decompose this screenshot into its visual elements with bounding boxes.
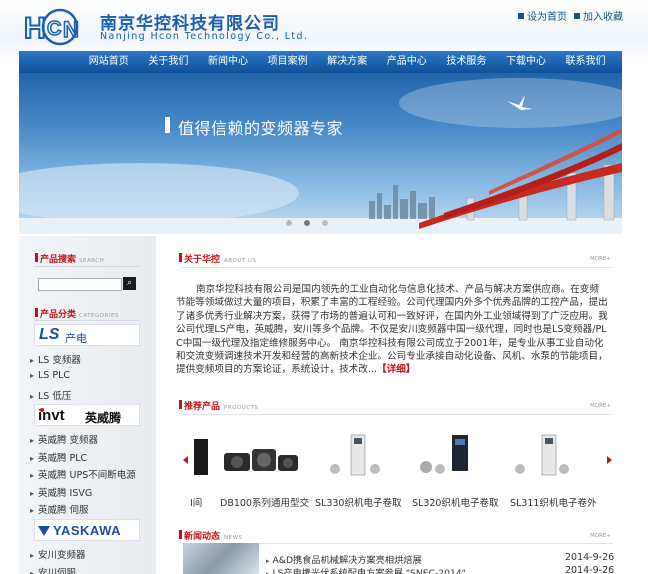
- product-image[interactable]: [418, 433, 478, 477]
- category-section-title: 产品分类 CATEGORIES: [34, 307, 119, 320]
- products-section-title: 推荐产品 PRODUCTS: [178, 399, 258, 412]
- product-name[interactable]: SL330织机电子卷取: [315, 495, 401, 509]
- news-section-title: 新闻动态 NEWS: [179, 529, 243, 542]
- product-name[interactable]: I间: [190, 495, 202, 509]
- category-item[interactable]: 英威腾 ISVG: [30, 485, 92, 499]
- about-text: 南京华控科技有限公司是国内领先的工业自动化与信息化技术、产品与解决方案供应商。在…: [176, 284, 608, 376]
- news-item-date: 2014-9-26: [565, 565, 615, 574]
- about-section-title: 关于华控 ABOUT US: [178, 252, 256, 265]
- nav-cases[interactable]: 项目案例: [258, 51, 318, 73]
- add-favorite-link[interactable]: 加入收藏: [574, 8, 623, 23]
- products-next-arrow[interactable]: [607, 456, 612, 464]
- product-image[interactable]: [222, 433, 300, 477]
- svg-text:C: C: [47, 18, 61, 40]
- news-image[interactable]: [183, 543, 259, 574]
- divider: [181, 414, 613, 415]
- brand-logo-invt[interactable]: invt 英威腾: [34, 404, 140, 426]
- nav-news[interactable]: 新闻中心: [198, 51, 258, 73]
- nav-services[interactable]: 技术服务: [437, 51, 497, 73]
- nav-downloads[interactable]: 下载中心: [496, 51, 556, 73]
- star-icon: [574, 13, 580, 19]
- category-item[interactable]: LS 变频器: [30, 352, 81, 366]
- divider: [34, 320, 140, 321]
- brand-invt-label: 英威腾: [85, 411, 122, 425]
- product-name[interactable]: SL311织机电子卷外: [510, 495, 596, 509]
- nav-home[interactable]: 网站首页: [79, 51, 139, 73]
- category-item[interactable]: 英威腾 伺服: [30, 502, 89, 516]
- search-button[interactable]: ⌕: [123, 277, 136, 290]
- category-item[interactable]: 英威腾 变频器: [30, 432, 98, 446]
- news-item-title[interactable]: LS产电携光伏系统配电方案参展 "SNEC-2014": [266, 565, 466, 574]
- about-more-link[interactable]: MORE+: [590, 256, 611, 262]
- category-item[interactable]: 英威腾 PLC: [30, 450, 87, 464]
- search-section-title: 产品搜索 SEARCH: [34, 252, 104, 265]
- brand-ls-label: 产电: [65, 332, 87, 345]
- divider: [181, 267, 613, 268]
- page: H C N 南京华控科技有限公司 Nanjing Hcon Technology…: [0, 0, 648, 574]
- products-more-link[interactable]: MORE+: [590, 403, 611, 409]
- banner-illustration: [19, 78, 622, 234]
- nav-products[interactable]: 产品中心: [377, 51, 437, 73]
- svg-text:N: N: [63, 17, 79, 42]
- category-item[interactable]: 安川伺服: [30, 565, 76, 574]
- product-image[interactable]: [512, 433, 572, 477]
- main-nav: 网站首页 关于我们 新闻中心 项目案例 解决方案 产品中心 技术服务 下载中心 …: [19, 51, 622, 73]
- banner-slogan: 值得信赖的变频器专家: [178, 119, 344, 138]
- nav-contact[interactable]: 联系我们: [556, 51, 616, 73]
- news-more-link[interactable]: MORE+: [590, 533, 611, 539]
- about-detail-link[interactable]: 【详细】: [377, 364, 415, 375]
- product-search-input[interactable]: [38, 278, 122, 291]
- brand-logo-yaskawa[interactable]: YASKAWA: [34, 519, 140, 541]
- products-prev-arrow[interactable]: [183, 456, 188, 464]
- slide-dot[interactable]: [322, 220, 328, 226]
- search-icon: ⌕: [126, 278, 133, 288]
- category-item[interactable]: 英威腾 UPS不间断电源: [30, 467, 136, 481]
- nav-about[interactable]: 关于我们: [139, 51, 199, 73]
- category-item[interactable]: LS PLC: [30, 370, 70, 381]
- slide-dot[interactable]: [304, 220, 310, 226]
- set-homepage-label: 设为首页: [527, 12, 567, 23]
- category-item[interactable]: 安川变频器: [30, 547, 86, 561]
- news-item-title[interactable]: A&D携食品机械解决方案亮相烘焙展: [266, 552, 422, 566]
- news-item-date: 2014-9-26: [565, 552, 615, 563]
- product-name[interactable]: DB100系列通用型交: [220, 495, 309, 509]
- set-homepage-link[interactable]: 设为首页: [518, 8, 567, 23]
- company-logo[interactable]: H C N: [22, 6, 92, 48]
- divider: [34, 266, 140, 267]
- nav-solutions[interactable]: 解决方案: [317, 51, 377, 73]
- brand-logo-ls[interactable]: LS 产电: [34, 324, 140, 346]
- product-image[interactable]: [192, 433, 210, 477]
- add-favorite-label: 加入收藏: [583, 12, 623, 23]
- category-item[interactable]: LS 低压: [30, 388, 71, 402]
- product-name[interactable]: SL320织机电子卷取: [412, 495, 498, 509]
- slide-dot[interactable]: [286, 220, 292, 226]
- home-icon: [518, 13, 524, 19]
- company-name-en: Nanjing Hcon Technology Co., Ltd.: [100, 31, 309, 42]
- hero-banner[interactable]: 值得信赖的变频器专家: [19, 73, 622, 234]
- product-image[interactable]: [325, 433, 385, 477]
